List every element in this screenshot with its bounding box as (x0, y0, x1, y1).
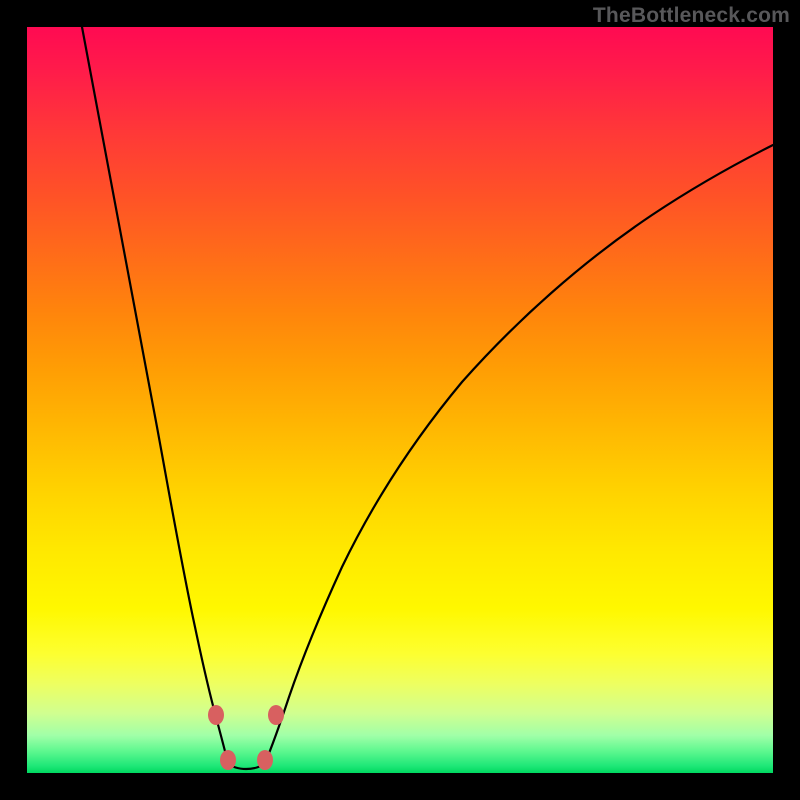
curve-left-branch (82, 27, 228, 763)
marker-dot (257, 750, 273, 770)
curve-right-branch (265, 145, 773, 763)
marker-dot (208, 705, 224, 725)
marker-dot (268, 705, 284, 725)
watermark-text: TheBottleneck.com (593, 4, 790, 28)
marker-dot (220, 750, 236, 770)
chart-svg (27, 27, 773, 773)
